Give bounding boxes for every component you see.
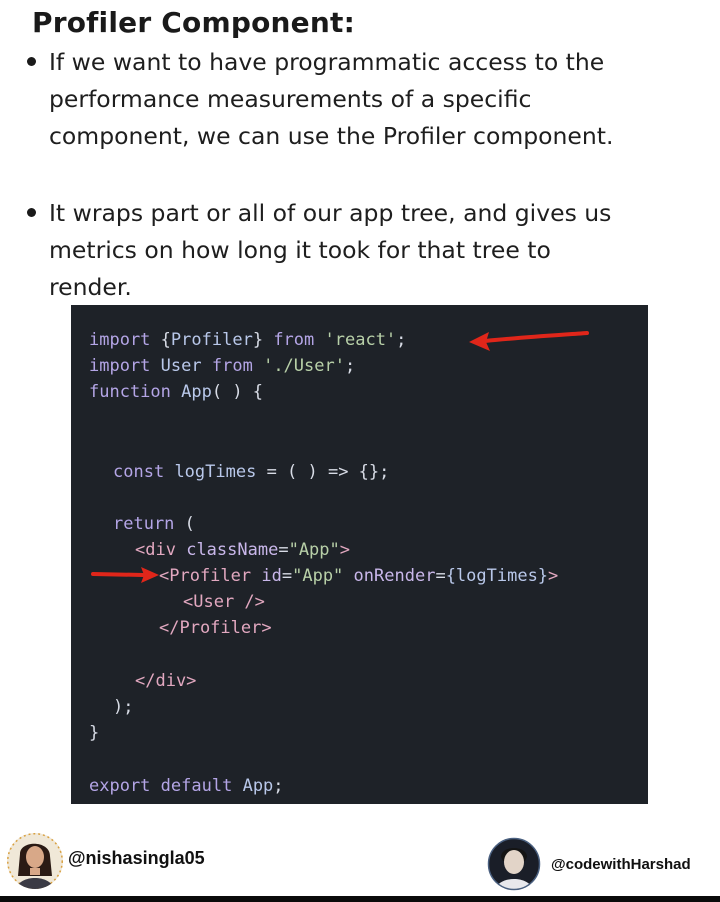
code-line-user: <User /> (183, 592, 265, 612)
bullet-line: performance measurements of a specific (49, 85, 532, 113)
code-line-return: return ( (113, 514, 195, 534)
code-tag: > (548, 566, 559, 586)
bullet-line: metrics on how long it took for that tre… (49, 236, 551, 264)
code-punct: ; (344, 356, 356, 376)
bullet-line: render. (49, 273, 132, 301)
red-arrow-icon (91, 567, 159, 583)
bullet-line: It wraps part or all of our app tree, an… (49, 199, 612, 227)
code-line-function: function App( ) { (89, 382, 263, 402)
code-tag: > (339, 540, 351, 560)
bullet-line: If we want to have programmatic access t… (49, 48, 605, 76)
code-string: 'react' (324, 330, 397, 350)
code-attribute: onRender (353, 566, 436, 586)
code-punct: = (281, 566, 293, 586)
code-line-profiler-close: </Profiler> (159, 618, 272, 638)
code-keyword: import (89, 330, 151, 350)
avatar (487, 837, 541, 891)
code-keyword: default (160, 776, 233, 796)
code-punct: } (252, 330, 264, 350)
code-tag: <Profiler (159, 566, 252, 586)
red-arrow-icon (469, 331, 589, 351)
code-identifier: Profiler (170, 330, 253, 350)
page-title: Profiler Component: (32, 6, 355, 39)
code-punct: = (435, 566, 446, 586)
code-punct: = (278, 540, 289, 560)
code-punct: ( ) { (211, 382, 264, 402)
code-punct: = ( ) => {}; (256, 462, 390, 482)
code-string: "App" (292, 566, 344, 586)
author-handle: @nishasingla05 (68, 848, 205, 868)
code-keyword: from (211, 356, 253, 376)
code-line-brace-close: } (89, 723, 100, 743)
code-keyword: return (113, 514, 175, 534)
code-line-paren-close: ); (113, 697, 134, 717)
code-keyword: const (113, 462, 165, 482)
bullet-text: If we want to have programmatic access t… (49, 44, 709, 155)
code-string: './User' (263, 356, 345, 376)
bullet-dot (27, 208, 36, 217)
code-line-import-user: import User from './User'; (89, 356, 355, 376)
code-line-export: export default App; (89, 776, 284, 796)
bullet-dot (27, 57, 36, 66)
code-line-div-open: <div className="App"> (135, 540, 350, 560)
code-punct: ; (273, 776, 284, 796)
code-line-profiler-open: <Profiler id="App" onRender={logTimes}> (159, 566, 558, 586)
avatar (7, 833, 63, 889)
code-identifier: logTimes (174, 462, 257, 482)
code-identifier: User (160, 356, 202, 376)
bullet-line: component, we can use the Profiler compo… (49, 122, 614, 150)
code-keyword: function (89, 382, 171, 402)
code-identifier: App (242, 776, 274, 796)
code-punct: { (160, 330, 171, 350)
code-keyword: from (273, 330, 315, 350)
bottom-border (0, 896, 720, 902)
code-attribute: className (186, 540, 279, 560)
code-tag: <div (135, 540, 176, 560)
code-identifier: App (181, 382, 212, 402)
code-line-import-profiler: import {Profiler} from 'react'; (89, 330, 406, 350)
code-snippet: import {Profiler} from 'react'; import U… (71, 305, 648, 804)
code-attribute: id (261, 566, 282, 586)
code-keyword: export (89, 776, 151, 796)
code-string: "App" (288, 540, 340, 560)
code-punct: ( (174, 514, 195, 534)
code-identifier: {logTimes} (445, 566, 549, 586)
code-punct: ; (396, 330, 407, 350)
code-keyword: import (89, 356, 151, 376)
author-handle: @codewithHarshad (551, 856, 691, 873)
code-line-div-close: </div> (135, 671, 197, 691)
bullet-text: It wraps part or all of our app tree, an… (49, 195, 709, 306)
code-line-const: const logTimes = ( ) => {}; (113, 462, 389, 482)
